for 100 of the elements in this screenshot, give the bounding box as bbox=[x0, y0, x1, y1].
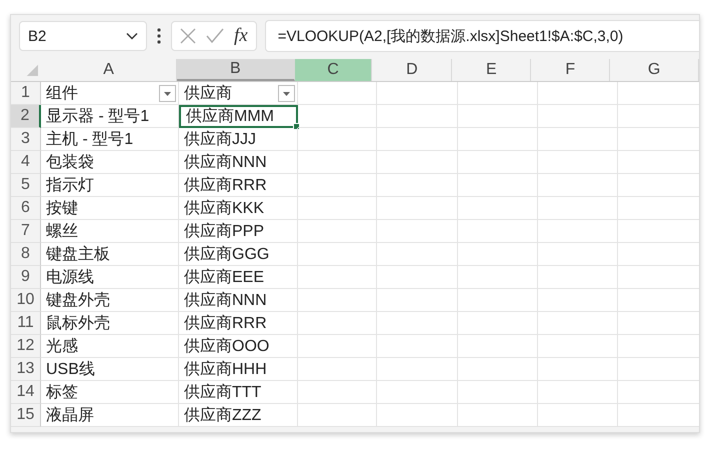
column-header[interactable]: C bbox=[294, 59, 372, 81]
empty-cell[interactable] bbox=[377, 289, 458, 312]
empty-cell[interactable] bbox=[538, 243, 618, 266]
table-cell[interactable]: 键盘主板 bbox=[41, 243, 179, 266]
empty-cell[interactable] bbox=[298, 174, 377, 197]
empty-cell[interactable] bbox=[298, 197, 377, 220]
empty-cell[interactable] bbox=[538, 335, 618, 358]
caret-icon[interactable] bbox=[126, 32, 138, 40]
table-cell[interactable]: 供应商KKK bbox=[179, 197, 298, 220]
table-cell[interactable]: 显示器 - 型号1 bbox=[41, 105, 179, 128]
empty-cell[interactable] bbox=[458, 243, 538, 266]
empty-cell[interactable] bbox=[538, 289, 618, 312]
empty-cell[interactable] bbox=[377, 312, 458, 335]
table-cell[interactable]: 供应商OOO bbox=[179, 335, 298, 358]
empty-cell[interactable] bbox=[458, 105, 538, 128]
row-header[interactable]: 12 bbox=[11, 335, 41, 358]
empty-cell[interactable] bbox=[538, 151, 618, 174]
cancel-icon[interactable] bbox=[180, 28, 196, 44]
column-header[interactable]: E bbox=[452, 59, 532, 81]
filter-dropdown-icon[interactable] bbox=[159, 84, 176, 102]
empty-cell[interactable] bbox=[377, 381, 458, 404]
table-cell[interactable]: 供应商TTT bbox=[179, 381, 298, 404]
empty-cell[interactable] bbox=[538, 381, 618, 404]
row-header[interactable]: 5 bbox=[11, 174, 41, 197]
empty-cell[interactable] bbox=[458, 197, 538, 220]
empty-cell[interactable] bbox=[377, 128, 458, 151]
empty-cell[interactable] bbox=[538, 220, 618, 243]
row-header[interactable]: 3 bbox=[11, 128, 41, 151]
empty-cell[interactable] bbox=[298, 82, 377, 105]
empty-cell[interactable] bbox=[458, 312, 538, 335]
table-cell[interactable]: 供应商RRR bbox=[179, 312, 298, 335]
row-header[interactable]: 11 bbox=[11, 312, 41, 335]
empty-cell[interactable] bbox=[298, 381, 377, 404]
table-cell[interactable]: 供应商RRR bbox=[179, 174, 298, 197]
row-header[interactable]: 10 bbox=[11, 289, 41, 312]
empty-cell[interactable] bbox=[298, 266, 377, 289]
empty-cell[interactable] bbox=[538, 404, 618, 427]
column-header[interactable]: G bbox=[610, 59, 699, 81]
empty-cell[interactable] bbox=[458, 82, 538, 105]
empty-cell[interactable] bbox=[298, 105, 377, 128]
empty-cell[interactable] bbox=[458, 335, 538, 358]
row-header[interactable]: 9 bbox=[11, 266, 41, 289]
empty-cell[interactable] bbox=[458, 404, 538, 427]
table-cell[interactable]: 指示灯 bbox=[41, 174, 179, 197]
empty-cell[interactable] bbox=[298, 358, 377, 381]
table-cell[interactable]: 供应商PPP bbox=[179, 220, 298, 243]
empty-cell[interactable] bbox=[298, 151, 377, 174]
empty-cell[interactable] bbox=[298, 312, 377, 335]
row-header[interactable]: 14 bbox=[11, 381, 41, 404]
column-header[interactable]: D bbox=[372, 59, 452, 81]
empty-cell[interactable] bbox=[377, 174, 458, 197]
row-header[interactable]: 8 bbox=[11, 243, 41, 266]
empty-cell[interactable] bbox=[458, 220, 538, 243]
filter-dropdown-icon[interactable] bbox=[278, 84, 295, 102]
table-cell[interactable]: 供应商GGG bbox=[179, 243, 298, 266]
empty-cell[interactable] bbox=[458, 128, 538, 151]
empty-cell[interactable] bbox=[538, 358, 618, 381]
check-icon[interactable] bbox=[206, 28, 224, 44]
empty-cell[interactable] bbox=[298, 404, 377, 427]
column-header[interactable]: B bbox=[177, 59, 295, 81]
row-header[interactable]: 6 bbox=[11, 197, 41, 220]
table-cell[interactable]: 包装袋 bbox=[41, 151, 179, 174]
table-cell[interactable]: 供应商EEE bbox=[179, 266, 298, 289]
table-cell[interactable]: 按键 bbox=[41, 197, 179, 220]
empty-cell[interactable] bbox=[538, 312, 618, 335]
table-cell[interactable]: 主机 - 型号1 bbox=[41, 128, 179, 151]
empty-cell[interactable] bbox=[458, 358, 538, 381]
row-header[interactable]: 1 bbox=[11, 82, 41, 105]
row-header[interactable]: 4 bbox=[11, 151, 41, 174]
table-cell[interactable]: 键盘外壳 bbox=[41, 289, 179, 312]
insert-function-button[interactable]: fx bbox=[234, 25, 248, 47]
name-box[interactable]: B2 bbox=[19, 21, 147, 51]
empty-cell[interactable] bbox=[377, 243, 458, 266]
empty-cell[interactable] bbox=[538, 82, 618, 105]
table-cell[interactable]: 电源线 bbox=[41, 266, 179, 289]
empty-cell[interactable] bbox=[458, 266, 538, 289]
empty-cell[interactable] bbox=[298, 335, 377, 358]
table-cell[interactable]: 光感 bbox=[41, 335, 179, 358]
empty-cell[interactable] bbox=[377, 266, 458, 289]
empty-cell[interactable] bbox=[377, 335, 458, 358]
table-cell[interactable]: 供应商NNN bbox=[179, 289, 298, 312]
table-cell[interactable]: 供应商HHH bbox=[179, 358, 298, 381]
table-cell[interactable]: 鼠标外壳 bbox=[41, 312, 179, 335]
column-header[interactable]: F bbox=[531, 59, 610, 81]
table-cell[interactable]: 供应商ZZZ bbox=[179, 404, 298, 427]
row-header[interactable]: 7 bbox=[11, 220, 41, 243]
table-cell[interactable]: 标签 bbox=[41, 381, 179, 404]
active-cell[interactable]: 供应商MMM bbox=[179, 105, 298, 128]
row-header[interactable]: 2 bbox=[11, 105, 41, 128]
empty-cell[interactable] bbox=[377, 197, 458, 220]
empty-cell[interactable] bbox=[298, 220, 377, 243]
empty-cell[interactable] bbox=[458, 174, 538, 197]
table-cell[interactable]: 螺丝 bbox=[41, 220, 179, 243]
empty-cell[interactable] bbox=[538, 105, 618, 128]
table-cell[interactable]: 供应商 bbox=[179, 82, 298, 105]
table-cell[interactable]: 组件 bbox=[41, 82, 179, 105]
empty-cell[interactable] bbox=[538, 128, 618, 151]
empty-cell[interactable] bbox=[298, 243, 377, 266]
empty-cell[interactable] bbox=[458, 289, 538, 312]
table-cell[interactable]: 供应商JJJ bbox=[179, 128, 298, 151]
